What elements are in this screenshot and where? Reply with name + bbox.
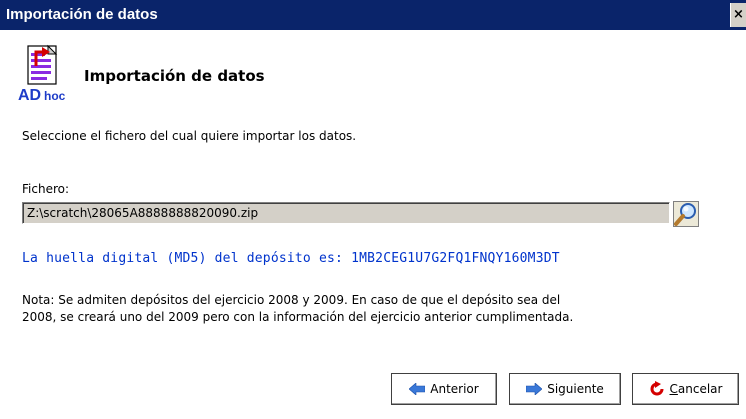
note-line-2: 2008, se creará uno del 2009 pero con la…	[22, 310, 574, 324]
adhoc-import-icon: AD hoc	[16, 44, 70, 106]
next-label: Siguiente	[547, 382, 604, 396]
note-line-1: Nota: Se admiten depósitos del ejercicio…	[22, 293, 561, 307]
arrow-left-icon	[409, 383, 426, 395]
cancel-button[interactable]: Cancelar	[632, 373, 739, 405]
magnifier-icon	[674, 203, 696, 226]
window-title: Importación de datos	[6, 6, 158, 23]
svg-text:hoc: hoc	[44, 89, 66, 103]
next-button[interactable]: Siguiente	[509, 373, 621, 405]
import-dialog: Importación de datos × AD hoc Importació…	[0, 0, 746, 419]
previous-label: Anterior	[430, 382, 479, 396]
file-label: Fichero:	[22, 182, 70, 196]
cancel-icon	[650, 381, 664, 396]
browse-button[interactable]	[673, 201, 699, 227]
header-title: Importación de datos	[84, 67, 265, 85]
file-path-field[interactable]: Z:\scratch\28065A8888888820090.zip	[22, 202, 670, 224]
note-text: Nota: Se admiten depósitos del ejercicio…	[22, 292, 722, 326]
close-icon: ×	[733, 7, 744, 22]
md5-fingerprint: La huella digital (MD5) del depósito es:…	[22, 251, 560, 266]
arrow-right-icon	[526, 383, 543, 395]
svg-text:AD: AD	[18, 87, 41, 104]
cancel-label: Cancelar	[669, 382, 723, 396]
title-bar: Importación de datos ×	[0, 0, 746, 30]
instruction-text: Seleccione el fichero del cual quiere im…	[22, 129, 357, 143]
close-button[interactable]: ×	[730, 3, 746, 27]
previous-button[interactable]: Anterior	[391, 373, 497, 405]
